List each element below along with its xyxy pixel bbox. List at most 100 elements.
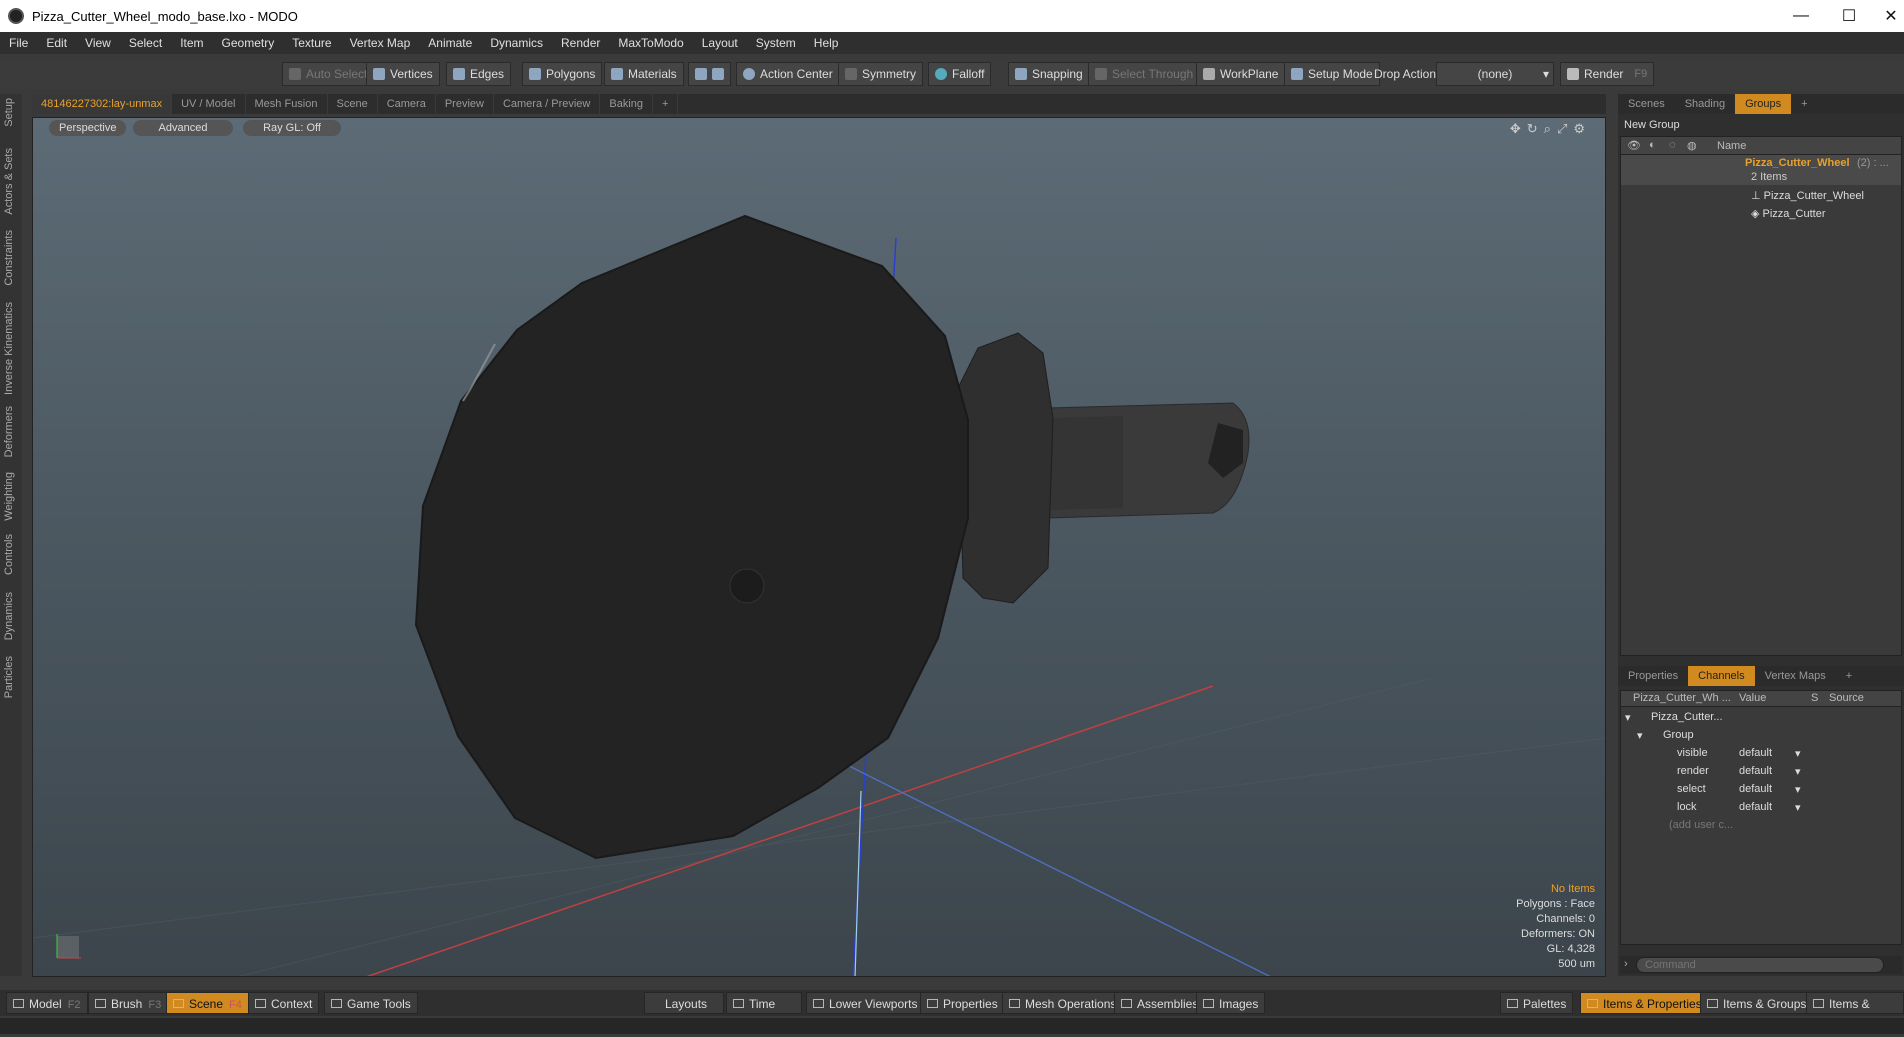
tab-camera[interactable]: Camera: [378, 94, 436, 114]
assemblies-button[interactable]: Assemblies: [1114, 992, 1206, 1014]
tab-groups[interactable]: Groups: [1735, 94, 1792, 114]
channel-row[interactable]: select default ▾: [1621, 781, 1901, 799]
menu-view[interactable]: View: [76, 36, 120, 50]
channel-root-row[interactable]: ▾ Pizza_Cutter...: [1621, 709, 1901, 727]
tab-baking[interactable]: Baking: [600, 94, 654, 114]
menu-layout[interactable]: Layout: [693, 36, 747, 50]
lower-viewports-button[interactable]: Lower Viewports: [806, 992, 925, 1014]
game-tools-button[interactable]: Game Tools: [324, 992, 418, 1014]
scene-layout-button[interactable]: Scene F4: [166, 992, 249, 1014]
tab-vertex-maps[interactable]: Vertex Maps: [1755, 666, 1836, 686]
menu-item[interactable]: Item: [171, 36, 212, 50]
3d-viewport[interactable]: Perspective Advanced Ray GL: Off ✥ ↻ ⌕ ⤢…: [32, 117, 1606, 977]
expand-icon[interactable]: ▾: [1637, 729, 1643, 742]
setup-mode-button[interactable]: Setup Mode: [1284, 62, 1380, 86]
tab-mesh-fusion[interactable]: Mesh Fusion: [246, 94, 328, 114]
brush-layout-button[interactable]: Brush F3: [88, 992, 169, 1014]
maximize-button[interactable]: ☐: [1826, 0, 1872, 32]
tab-preview[interactable]: Preview: [436, 94, 494, 114]
close-button[interactable]: ✕: [1868, 0, 1904, 32]
tab-constraints[interactable]: Constraints: [3, 230, 15, 286]
channel-group-row[interactable]: ▾ Group: [1621, 727, 1901, 745]
channel-row[interactable]: render default ▾: [1621, 763, 1901, 781]
menu-vertex-map[interactable]: Vertex Map: [341, 36, 420, 50]
add-panel-tab[interactable]: +: [1791, 94, 1817, 114]
tab-controls[interactable]: Controls: [3, 534, 15, 575]
edges-button[interactable]: Edges: [446, 62, 512, 86]
menu-file[interactable]: File: [0, 36, 37, 50]
chevron-down-icon[interactable]: ▾: [1795, 783, 1801, 796]
render-button[interactable]: Render F9: [1560, 62, 1655, 86]
new-group-button[interactable]: New Group: [1620, 116, 1700, 134]
menu-texture[interactable]: Texture: [283, 36, 340, 50]
tab-uv-model[interactable]: UV / Model: [172, 94, 246, 114]
add-tab-button[interactable]: +: [653, 94, 679, 114]
select-through-button[interactable]: Select Through: [1088, 62, 1201, 86]
add-channels-tab[interactable]: +: [1836, 666, 1862, 686]
tab-properties[interactable]: Properties: [1618, 666, 1688, 686]
command-input[interactable]: [1636, 957, 1884, 973]
channel-row[interactable]: visible default ▾: [1621, 745, 1901, 763]
layout-icon: [733, 999, 744, 1008]
tab-dynamics[interactable]: Dynamics: [3, 592, 15, 640]
minimize-button[interactable]: —: [1778, 0, 1824, 32]
tab-camera-preview[interactable]: Camera / Preview: [494, 94, 601, 114]
mesh-operations-button[interactable]: Mesh Operations: [1002, 992, 1124, 1014]
palettes-button[interactable]: Palettes: [1500, 992, 1574, 1014]
menu-maxtomodo[interactable]: MaxToModo: [609, 36, 692, 50]
tab-particles[interactable]: Particles: [3, 656, 15, 698]
model-layout-button[interactable]: Model F2: [6, 992, 88, 1014]
menu-edit[interactable]: Edit: [37, 36, 76, 50]
time-button[interactable]: Time: [726, 992, 802, 1014]
selection-sets-button[interactable]: [688, 62, 731, 86]
menu-help[interactable]: Help: [805, 36, 848, 50]
tab-scene[interactable]: Scene: [328, 94, 378, 114]
snapping-button[interactable]: Snapping: [1008, 62, 1090, 86]
action-center-button[interactable]: Action Center: [736, 62, 840, 86]
expand-icon[interactable]: ▾: [1625, 711, 1631, 724]
menu-render[interactable]: Render: [552, 36, 609, 50]
depth-axis-line: [792, 737, 1271, 976]
select-through-icon: [1095, 68, 1107, 80]
layouts-button[interactable]: Layouts: [644, 992, 724, 1014]
workplane-button[interactable]: WorkPlane: [1196, 62, 1286, 86]
images-button[interactable]: Images: [1196, 992, 1266, 1014]
tab-shading[interactable]: Shading: [1675, 94, 1735, 114]
materials-button[interactable]: Materials: [604, 62, 684, 86]
layout-icon: [173, 999, 184, 1008]
context-layout-button[interactable]: Context: [248, 992, 320, 1014]
items-groups-button[interactable]: Items & Groups: [1700, 992, 1814, 1014]
tab-actors-sets[interactable]: Actors & Sets: [3, 148, 15, 215]
polygons-button[interactable]: Polygons: [522, 62, 603, 86]
menu-dynamics[interactable]: Dynamics: [481, 36, 552, 50]
palettes-icon: [1507, 999, 1518, 1008]
items-shading-button[interactable]: Items & Shading: [1806, 992, 1904, 1033]
tab-setup[interactable]: Setup: [3, 98, 15, 127]
chevron-down-icon[interactable]: ▾: [1795, 747, 1801, 760]
tab-inverse-kinematics[interactable]: Inverse Kinematics: [3, 302, 15, 395]
add-user-channel-row[interactable]: (add user c...: [1621, 817, 1901, 835]
symmetry-button[interactable]: Symmetry: [838, 62, 923, 86]
falloff-button[interactable]: Falloff: [928, 62, 992, 86]
auto-select-button[interactable]: Auto Select: [282, 62, 375, 86]
tab-weighting[interactable]: Weighting: [3, 472, 15, 521]
bottom-bar: Model F2 Brush F3 Scene F4 Context Game Too…: [0, 990, 1904, 1033]
chevron-down-icon[interactable]: ▾: [1795, 765, 1801, 778]
menu-system[interactable]: System: [747, 36, 805, 50]
channel-row[interactable]: lock default ▾: [1621, 799, 1901, 817]
tab-channels[interactable]: Channels: [1688, 666, 1755, 686]
group-row-root[interactable]: Pizza_Cutter_Wheel (2) : ... 2 Items: [1621, 155, 1901, 185]
chevron-down-icon[interactable]: ▾: [1795, 801, 1801, 814]
group-child-cutter[interactable]: ◈ Pizza_Cutter: [1751, 207, 1826, 220]
tab-deformers[interactable]: Deformers: [3, 406, 15, 457]
group-child-wheel[interactable]: ⊥ Pizza_Cutter_Wheel: [1751, 189, 1864, 202]
menu-geometry[interactable]: Geometry: [213, 36, 284, 50]
tab-layout-unmax[interactable]: 48146227302:lay-unmax: [32, 94, 173, 114]
tab-scenes[interactable]: Scenes: [1618, 94, 1675, 114]
menu-animate[interactable]: Animate: [419, 36, 481, 50]
properties-button[interactable]: Properties: [920, 992, 1005, 1014]
items-properties-button[interactable]: Items & Properties: [1580, 992, 1709, 1014]
vertices-button[interactable]: Vertices: [366, 62, 440, 86]
drop-action-select[interactable]: (none) ▾: [1436, 62, 1554, 86]
menu-select[interactable]: Select: [120, 36, 171, 50]
